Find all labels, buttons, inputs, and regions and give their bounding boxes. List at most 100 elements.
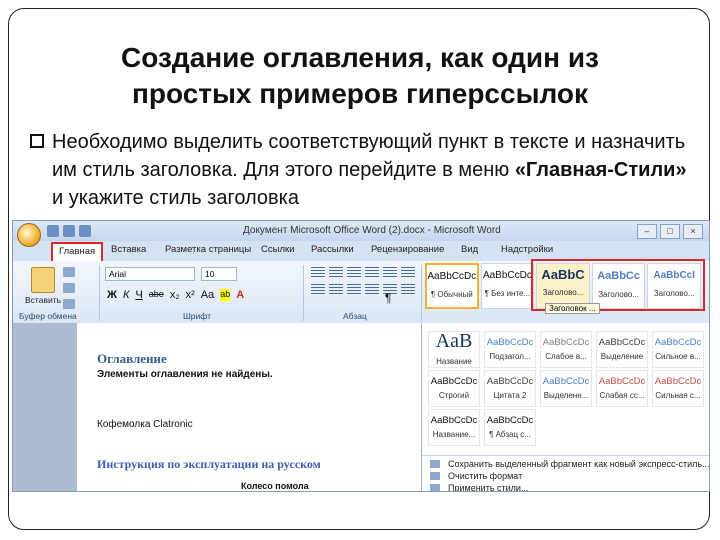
tab-addins[interactable]: Надстройки	[501, 244, 553, 255]
style-sample: AaBbCcDc	[430, 415, 478, 426]
italic-button[interactable]: К	[123, 289, 129, 301]
superscript-button[interactable]: x²	[186, 289, 195, 301]
style-name: Слабая сс...	[599, 391, 645, 400]
tab-home[interactable]: Главная	[51, 242, 104, 261]
clear-format-icon	[430, 472, 440, 480]
show-formatting-button[interactable]: ¶	[385, 291, 391, 305]
tab-insert[interactable]: Вставка	[111, 244, 146, 255]
decrease-indent-icon[interactable]	[365, 267, 379, 279]
underline-button[interactable]: Ч	[135, 289, 142, 301]
gallery-style-tile[interactable]: AaBbCcDc Название...	[428, 409, 480, 446]
style-name: Цитата 2	[493, 391, 527, 400]
change-case-button[interactable]: Aa	[201, 289, 214, 301]
align-left-icon[interactable]	[311, 284, 325, 296]
close-icon[interactable]: ×	[683, 224, 703, 239]
font-name-select[interactable]: Arial	[105, 267, 195, 281]
clipboard-tools	[63, 267, 75, 309]
highlight-button[interactable]: ab	[220, 289, 231, 301]
tab-mailings[interactable]: Рассылки	[311, 244, 354, 255]
quick-access-toolbar	[47, 225, 91, 237]
gallery-style-tile[interactable]: AaBbCcDc Сильная с...	[652, 370, 704, 407]
gallery-style-tile[interactable]: AaBbCcDc Слабое в...	[540, 331, 592, 368]
style-sample: AaB	[435, 330, 473, 352]
font-color-button[interactable]: A	[236, 289, 244, 301]
cut-icon[interactable]	[63, 267, 75, 277]
sort-icon[interactable]	[401, 267, 415, 279]
bullets-icon[interactable]	[311, 267, 325, 279]
group-divider	[421, 265, 422, 321]
word-screenshot: Документ Microsoft Office Word (2).docx …	[12, 220, 710, 492]
align-center-icon[interactable]	[329, 284, 343, 296]
menu-item-label: Очистить формат	[448, 471, 523, 481]
gallery-style-tile[interactable]: AaB Название	[428, 330, 480, 368]
apply-styles-icon	[430, 484, 440, 491]
save-quick-style-item[interactable]: Сохранить выделенный фрагмент как новый …	[422, 458, 710, 470]
style-sample: AaBbCcDc	[654, 376, 702, 387]
gallery-style-tile[interactable]: AaBbCcDc Выделение	[596, 331, 648, 368]
paste-icon[interactable]	[31, 267, 55, 293]
style-sample: AaBbCcDc	[598, 376, 646, 387]
strikethrough-button[interactable]: abe	[149, 289, 164, 301]
menu-item-label: Применить стили...	[448, 483, 529, 492]
gallery-style-tile[interactable]: AaBbCcDc Подзагол...	[484, 331, 536, 368]
group-label-paragraph: Абзац	[343, 311, 367, 321]
shading-icon[interactable]	[401, 284, 415, 296]
tab-references[interactable]: Ссылки	[261, 244, 294, 255]
slide-title: Создание оглавления, как один из простых…	[40, 40, 680, 112]
group-label-clipboard: Буфер обмена	[19, 311, 77, 321]
numbering-icon[interactable]	[329, 267, 343, 279]
style-tile-no-spacing[interactable]: AaBbCcDc ¶ Без инте...	[480, 263, 535, 309]
font-format-buttons: Ж К Ч abe x₂ x² Aa ab A	[107, 289, 244, 301]
font-size-select[interactable]: 10	[201, 267, 237, 281]
style-name: Название	[436, 357, 472, 366]
style-name: Сильное в...	[655, 352, 701, 361]
styles-gallery-grid: AaB Название AaBbCcDc Подзагол... AaBbCcDc Сл…	[428, 330, 704, 446]
gallery-style-tile[interactable]: AaBbCcDc Выделенн...	[540, 370, 592, 407]
styles-gallery-menu: Сохранить выделенный фрагмент как новый …	[422, 453, 710, 492]
gallery-style-tile[interactable]: AaBbCcDc ¶ Абзац с...	[484, 409, 536, 446]
redo-icon[interactable]	[79, 225, 91, 237]
minimize-icon[interactable]: –	[637, 224, 657, 239]
document-text-company: Кофемолка Clatronic	[97, 419, 193, 430]
style-sample: AaBbCcDc	[427, 271, 477, 282]
style-sample: AaBbCcDc	[482, 270, 532, 281]
slide-bullet: Необходимо выделить соответствующий пунк…	[30, 128, 700, 212]
style-name: ¶ Обычный	[430, 290, 473, 299]
menu-separator	[422, 455, 709, 456]
align-right-icon[interactable]	[347, 284, 361, 296]
office-button-icon[interactable]	[17, 223, 41, 247]
subscript-button[interactable]: x₂	[170, 289, 180, 301]
checkbox-bullet-icon	[30, 134, 44, 148]
increase-indent-icon[interactable]	[383, 267, 397, 279]
justify-icon[interactable]	[365, 284, 379, 296]
gallery-style-tile[interactable]: AaBbCcDc Сильное в...	[652, 331, 704, 368]
tab-review[interactable]: Рецензирование	[371, 244, 444, 255]
style-name: Подзагол...	[489, 352, 531, 361]
copy-icon[interactable]	[63, 283, 75, 293]
gallery-style-tile[interactable]: AaBbCcDc Строгий	[428, 370, 480, 407]
menu-item-label: Сохранить выделенный фрагмент как новый …	[448, 459, 710, 469]
apply-styles-item[interactable]: Применить стили...	[422, 482, 709, 492]
tab-view[interactable]: Вид	[461, 244, 478, 255]
style-name: Выделенн...	[543, 391, 589, 400]
window-title: Документ Microsoft Office Word (2).docx …	[243, 225, 501, 236]
tab-page-layout[interactable]: Разметка страницы	[165, 244, 251, 255]
format-painter-icon[interactable]	[63, 299, 75, 309]
undo-icon[interactable]	[63, 225, 75, 237]
save-icon[interactable]	[47, 225, 59, 237]
group-divider	[303, 265, 304, 321]
style-sample: AaBbCcDc	[430, 376, 478, 387]
bullet-menu-path: «Главная-Стили»	[514, 159, 687, 181]
document-area: Оглавление Элементы оглавления не найден…	[13, 323, 421, 491]
maximize-icon[interactable]: □	[660, 224, 680, 239]
bold-button[interactable]: Ж	[107, 289, 117, 301]
style-tile-normal[interactable]: AaBbCcDc ¶ Обычный	[425, 263, 479, 309]
gallery-style-tile[interactable]: AaBbCcDc Цитата 2	[484, 370, 536, 407]
clear-formatting-item[interactable]: Очистить формат	[422, 470, 709, 482]
multilevel-list-icon[interactable]	[347, 267, 361, 279]
toc-heading: Оглавление	[97, 351, 167, 366]
style-name: Название...	[432, 430, 476, 439]
paste-button[interactable]: Вставить	[25, 295, 61, 305]
word-titlebar: Документ Microsoft Office Word (2).docx …	[13, 221, 709, 247]
gallery-style-tile[interactable]: AaBbCcDc Слабая сс...	[596, 370, 648, 407]
